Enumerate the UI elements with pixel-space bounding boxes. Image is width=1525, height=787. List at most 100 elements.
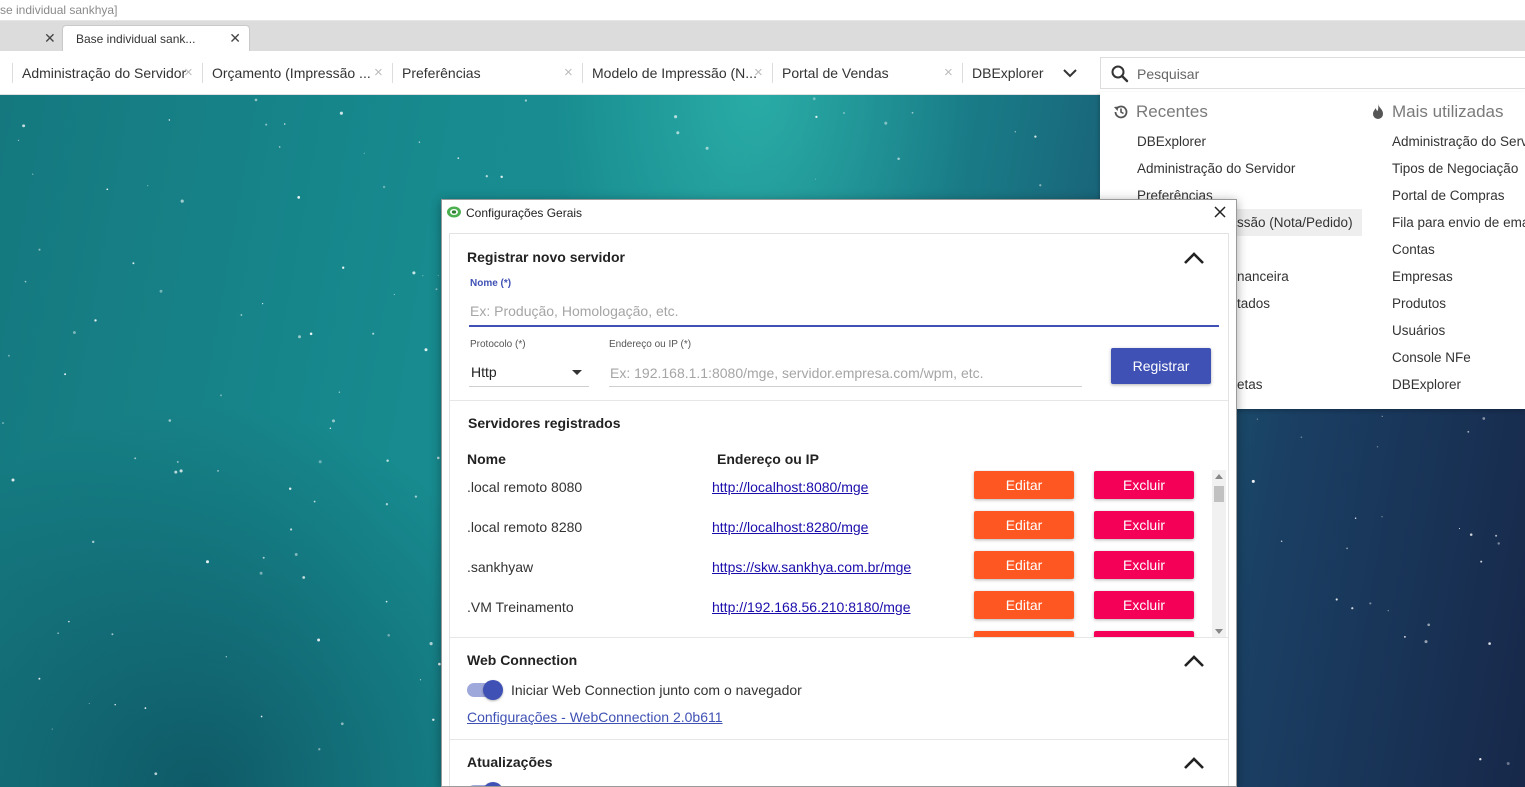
dropdown-arrow-icon[interactable] — [572, 370, 582, 375]
most-used-item[interactable]: Produtos — [1392, 290, 1446, 317]
servers-section-title: Servidores registrados — [468, 415, 621, 431]
close-tab-icon[interactable]: × — [564, 64, 573, 81]
collapse-updates-icon[interactable] — [1183, 756, 1205, 770]
web-connection-toggle[interactable] — [467, 679, 503, 700]
scroll-up-icon[interactable] — [1215, 474, 1223, 479]
scroll-down-icon[interactable] — [1215, 629, 1223, 634]
collapse-register-icon[interactable] — [1183, 251, 1205, 265]
updates-toggle[interactable] — [467, 781, 503, 786]
star — [265, 123, 268, 126]
address-field[interactable] — [610, 362, 1080, 384]
section-divider — [450, 637, 1228, 638]
delete-server-button[interactable]: Excluir — [1094, 511, 1194, 539]
star — [294, 553, 298, 556]
tab-separator — [12, 63, 13, 83]
app-tab-label: Administração do Servidor — [22, 65, 187, 81]
most-used-item[interactable]: Console NFe — [1392, 344, 1471, 371]
search-box — [1100, 57, 1525, 89]
chevron-down-icon[interactable] — [1062, 65, 1078, 81]
star — [424, 348, 428, 352]
star — [88, 702, 90, 705]
recent-item-resultados[interactable]: tados — [1237, 290, 1270, 317]
star — [1039, 184, 1042, 187]
servers-scrollbar[interactable] — [1212, 470, 1226, 638]
toggle-knob — [483, 680, 503, 700]
star — [144, 707, 147, 709]
close-tab-icon[interactable]: × — [374, 64, 383, 81]
star — [254, 98, 258, 102]
star — [815, 115, 818, 119]
app-tab-dbexplorer[interactable]: DBExplorer — [962, 51, 1062, 95]
most-used-item[interactable]: Usuários — [1392, 317, 1445, 344]
browser-tab-active[interactable]: Base individual sank... ✕ — [62, 25, 250, 51]
server-name: .local remoto 8280 — [467, 519, 583, 535]
most-used-item[interactable]: Administração do Servi — [1392, 128, 1525, 155]
most-used-item[interactable]: Fila para envio de ema — [1392, 209, 1525, 236]
address-label: Endereço ou IP (*) — [609, 339, 692, 350]
most-used-item[interactable]: Contas — [1392, 236, 1435, 263]
servers-list: .local remoto 8080 http://localhost:8080… — [450, 470, 1228, 638]
app-tab-modelo-impressao[interactable]: Modelo de Impressão (N... × — [582, 51, 772, 95]
scrollbar-thumb[interactable] — [1214, 486, 1224, 502]
server-address-link[interactable]: http://localhost:8280/mge — [712, 519, 868, 535]
edit-server-button[interactable]: Editar — [974, 511, 1074, 539]
star — [1480, 560, 1483, 563]
protocol-underline — [469, 386, 589, 387]
star — [176, 460, 179, 463]
server-address-link[interactable]: https://skw.sankhya.com.br/mge — [712, 559, 911, 575]
star — [437, 275, 439, 277]
delete-server-button[interactable]: Excluir — [1094, 471, 1194, 499]
star — [485, 175, 488, 178]
app-tab-preferencias[interactable]: Preferências × — [392, 51, 582, 95]
star — [386, 459, 389, 462]
star — [1479, 758, 1482, 761]
server-name: .local remoto 8080 — [467, 479, 583, 495]
web-connection-title: Web Connection — [467, 652, 578, 668]
close-icon[interactable] — [1213, 205, 1227, 219]
star — [884, 121, 888, 125]
protocol-select[interactable]: Http — [471, 364, 497, 380]
star — [1404, 636, 1406, 638]
most-used-item[interactable]: Empresas — [1392, 263, 1453, 290]
most-used-item[interactable]: DBExplorer — [1392, 371, 1461, 398]
app-tab-label: Preferências — [402, 65, 481, 81]
app-tab-portal-vendas[interactable]: Portal de Vendas × — [772, 51, 962, 95]
star — [68, 620, 70, 623]
recent-item-dbexplorer[interactable]: DBExplorer — [1137, 128, 1206, 155]
browser-tab-inactive[interactable]: ✕ — [0, 25, 60, 51]
recent-item-financeira[interactable]: nanceira — [1237, 263, 1289, 290]
star — [288, 487, 292, 490]
server-name: .sankhyaw — [467, 559, 534, 575]
close-tab-icon[interactable]: × — [754, 64, 763, 81]
collapse-web-connection-icon[interactable] — [1183, 654, 1205, 668]
star — [22, 124, 26, 128]
register-button[interactable]: Registrar — [1111, 348, 1211, 384]
delete-server-button[interactable]: Excluir — [1094, 591, 1194, 619]
edit-server-button[interactable]: Editar — [974, 471, 1074, 499]
delete-server-button[interactable]: Excluir — [1094, 551, 1194, 579]
star — [219, 394, 223, 397]
app-tab-orcamento[interactable]: Orçamento (Impressão ... × — [202, 51, 392, 95]
close-tab-icon[interactable]: × — [944, 64, 953, 81]
close-tab-icon[interactable]: ✕ — [44, 30, 56, 47]
most-used-item[interactable]: Tipos de Negociação — [1392, 155, 1518, 182]
history-icon — [1114, 105, 1128, 119]
close-tab-icon[interactable]: ✕ — [229, 30, 241, 47]
server-address-link[interactable]: http://localhost:8080/mge — [712, 479, 868, 495]
server-address-link[interactable]: http://192.168.56.210:8180/mge — [712, 599, 911, 615]
search-input[interactable] — [1137, 63, 1517, 85]
app-tab-administracao[interactable]: Administração do Servidor × — [12, 51, 202, 95]
recent-item-etiquetas[interactable]: etas — [1237, 371, 1263, 398]
star — [217, 470, 219, 472]
star — [132, 262, 135, 265]
web-connection-settings-link[interactable]: Configurações - WebConnection 2.0b611 — [467, 709, 723, 725]
star — [1381, 415, 1383, 417]
recent-item-administracao[interactable]: Administração do Servidor — [1137, 155, 1295, 182]
star — [1387, 610, 1389, 612]
star — [317, 638, 321, 642]
edit-server-button[interactable]: Editar — [974, 591, 1074, 619]
edit-server-button[interactable]: Editar — [974, 551, 1074, 579]
most-used-item[interactable]: Portal de Compras — [1392, 182, 1505, 209]
close-tab-icon[interactable]: × — [184, 64, 193, 81]
name-field[interactable] — [470, 300, 1210, 322]
